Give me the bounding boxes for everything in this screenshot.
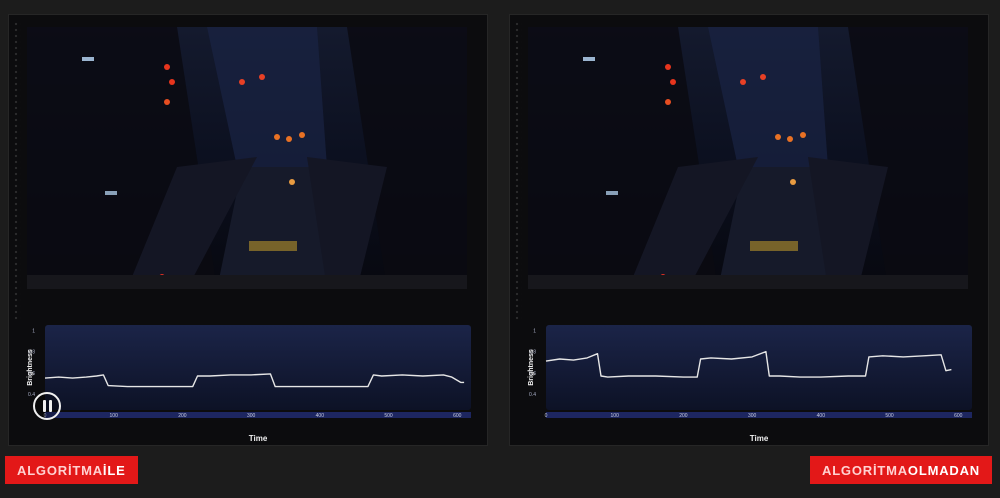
pause-button[interactable] xyxy=(33,392,61,420)
pause-icon-bar xyxy=(48,400,52,412)
x-tick-label: 400 xyxy=(817,413,826,419)
brightness-chart: 0.4 0.6 0.8 1 0 100 200 300 400 500 600 Time Brightn… xyxy=(17,320,479,444)
dot-grid-decoration xyxy=(13,21,21,321)
x-tick-label: 200 xyxy=(178,413,187,419)
game-scene-frame xyxy=(27,27,467,289)
label-part-without: OLMADAN xyxy=(907,462,980,478)
x-tick-label: 0 xyxy=(545,413,548,419)
pause-icon xyxy=(42,400,46,412)
x-tick-label: 500 xyxy=(384,413,393,419)
label-part-with: İLE xyxy=(102,462,126,478)
video-panel-without-algorithm: 0.4 0.6 0.8 1 0 100 200 300 400 500 600 Time Brightn… xyxy=(509,14,989,446)
y-axis-label: Brightness xyxy=(27,349,34,386)
y-tick-label: 1 xyxy=(533,328,536,334)
plot-area xyxy=(546,325,972,410)
y-tick-label: 0.4 xyxy=(529,392,536,398)
x-tick-label: 100 xyxy=(611,413,620,419)
dot-grid-decoration xyxy=(514,21,522,321)
label-with-algorithm: ALGORİTMA İLE xyxy=(5,456,138,484)
video-panel-with-algorithm: 0.4 0.6 0.8 1 0 100 200 300 400 500 600 Time Brightn… xyxy=(8,14,488,446)
x-tick-label: 200 xyxy=(679,413,688,419)
x-axis-label: Time xyxy=(249,434,268,443)
scene-illustration xyxy=(27,27,467,289)
x-tick-label: 600 xyxy=(453,413,462,419)
brightness-chart: 0.4 0.6 0.8 1 0 100 200 300 400 500 600 Time Brightn… xyxy=(518,320,980,444)
x-tick-label: 300 xyxy=(247,413,256,419)
y-tick-label: 0.4 xyxy=(28,392,35,398)
x-tick-label: 300 xyxy=(748,413,757,419)
label-part-algorithm: ALGORİTMA xyxy=(17,462,103,478)
label-without-algorithm: ALGORİTMA OLMADAN xyxy=(810,456,992,484)
label-part-algorithm: ALGORİTMA xyxy=(822,462,908,478)
game-scene-frame xyxy=(528,27,968,289)
x-tick-label: 600 xyxy=(954,413,963,419)
y-tick-label: 1 xyxy=(32,328,35,334)
x-tick-label: 100 xyxy=(110,413,119,419)
plot-area xyxy=(45,325,471,410)
x-tick-label: 500 xyxy=(885,413,894,419)
x-tick-label: 400 xyxy=(316,413,325,419)
x-axis-label: Time xyxy=(750,434,769,443)
y-axis-label: Brightness xyxy=(528,349,535,386)
scene-illustration xyxy=(528,27,968,289)
